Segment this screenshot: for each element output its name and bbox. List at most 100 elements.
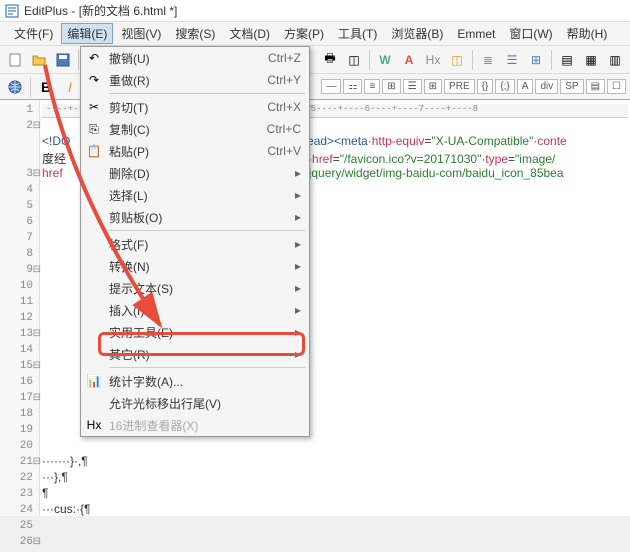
bold-icon[interactable]: B: [35, 76, 57, 98]
menu-item-label: 重做(R): [109, 72, 247, 89]
menu-item-16X: Hx16进制查看器(X): [81, 414, 309, 436]
open-file-icon[interactable]: [28, 49, 50, 71]
menu-item-F[interactable]: 格式(F)▸: [81, 233, 309, 255]
browser-icon[interactable]: [4, 76, 26, 98]
menu-shortcut: Ctrl+V: [267, 144, 301, 158]
menu-item-label: 格式(F): [109, 236, 295, 253]
line-number: 19: [0, 424, 39, 440]
toolbar-separator: [78, 50, 79, 70]
menu-item-D[interactable]: 删除(D)▸: [81, 162, 309, 184]
tb-5-icon[interactable]: ◫: [446, 49, 468, 71]
menu-item-R[interactable]: 其它(R)▸: [81, 343, 309, 365]
line-number: 10: [0, 280, 39, 296]
line-number: 7: [0, 232, 39, 248]
line-number: 17: [0, 392, 39, 408]
tb-hex-icon[interactable]: Hx: [422, 49, 444, 71]
hex-icon: Hx: [85, 418, 103, 432]
tb-font-icon[interactable]: A: [398, 49, 420, 71]
menu-item-U[interactable]: ↶撤销(U)Ctrl+Z: [81, 47, 309, 69]
menu-project[interactable]: 方案(P): [278, 23, 330, 44]
menu-item-P[interactable]: 📋粘贴(P)Ctrl+V: [81, 140, 309, 162]
line-number: 20: [0, 440, 39, 456]
menu-item-label: 剪切(T): [109, 99, 247, 116]
menu-item-E[interactable]: 实用工具(E)▸: [81, 321, 309, 343]
new-file-icon[interactable]: [4, 49, 26, 71]
menu-item-A[interactable]: 📊 统计字数(A)...: [81, 370, 309, 392]
line-number-blank: [0, 152, 39, 168]
submenu-arrow-icon: ▸: [295, 210, 301, 224]
menu-separator: [109, 93, 305, 94]
menu-item-L[interactable]: 选择(L)▸: [81, 184, 309, 206]
menu-item-label: 复制(C): [109, 121, 247, 138]
html-tool-div[interactable]: div: [535, 79, 558, 94]
menu-item-R[interactable]: ↷重做(R)Ctrl+Y: [81, 69, 309, 91]
tb-doc2-icon[interactable]: ▦: [580, 49, 602, 71]
html-tool-2[interactable]: ≡: [364, 79, 380, 94]
tb-grid-icon[interactable]: ⊞: [525, 49, 547, 71]
menu-window[interactable]: 窗口(W): [503, 23, 558, 44]
toolbar-separator: [551, 50, 552, 70]
tb-2-icon[interactable]: ◫: [343, 49, 365, 71]
html-tool-12[interactable]: ▤: [586, 79, 605, 94]
tb-doc1-icon[interactable]: ▤: [556, 49, 578, 71]
menu-help[interactable]: 帮助(H): [561, 23, 614, 44]
html-tool-4[interactable]: ☰: [403, 79, 422, 94]
html-tool-1[interactable]: ⚏: [343, 79, 362, 94]
menu-search[interactable]: 搜索(S): [169, 23, 221, 44]
menu-tools[interactable]: 工具(T): [332, 23, 383, 44]
menu-item-label: 提示文本(S): [109, 280, 295, 297]
submenu-arrow-icon: ▸: [295, 347, 301, 361]
html-tool-sp[interactable]: SP: [560, 79, 583, 94]
html-tool-0[interactable]: —: [321, 79, 341, 94]
html-tool-13[interactable]: ☐: [607, 79, 626, 94]
tb-doc3-icon[interactable]: ▥: [604, 49, 626, 71]
tb-list1-icon[interactable]: ≣: [477, 49, 499, 71]
html-tool-5[interactable]: ⊞: [424, 79, 442, 94]
html-tool-7[interactable]: {}: [477, 79, 494, 94]
menu-item-C[interactable]: ⎘复制(C)Ctrl+C: [81, 118, 309, 140]
menu-file[interactable]: 文件(F): [8, 23, 59, 44]
menu-item-label: 选择(L): [109, 187, 295, 204]
menu-item-S[interactable]: 提示文本(S)▸: [81, 277, 309, 299]
line-number: 13: [0, 328, 39, 344]
submenu-arrow-icon: ▸: [295, 237, 301, 251]
menu-item-O[interactable]: 剪贴板(O)▸: [81, 206, 309, 228]
code-line: ···},¶: [42, 470, 628, 486]
menu-item-label: 统计字数(A)...: [109, 373, 301, 390]
tb-list2-icon[interactable]: ☰: [501, 49, 523, 71]
line-number: 22: [0, 472, 39, 488]
menu-browser[interactable]: 浏览器(B): [385, 23, 449, 44]
html-tool-pre[interactable]: PRE: [444, 79, 475, 94]
line-number: 23: [0, 488, 39, 504]
menu-shortcut: Ctrl+X: [267, 100, 301, 114]
menu-item-I[interactable]: 插入(I)▸: [81, 299, 309, 321]
menu-item-N[interactable]: 转换(N)▸: [81, 255, 309, 277]
html-tool-3[interactable]: ⊞: [382, 79, 400, 94]
menu-item-label: 转换(N): [109, 258, 295, 275]
code-line: [42, 438, 628, 454]
line-number: 4: [0, 184, 39, 200]
menu-emmet[interactable]: Emmet: [451, 25, 501, 43]
toolbar-separator: [30, 77, 31, 97]
submenu-arrow-icon: ▸: [295, 188, 301, 202]
cut-icon: ✂: [85, 100, 103, 114]
save-icon[interactable]: [52, 49, 74, 71]
tb-print-icon[interactable]: 🖶: [319, 49, 341, 71]
italic-icon[interactable]: I: [59, 76, 81, 98]
line-number: 3: [0, 168, 39, 184]
line-number-blank: [0, 136, 39, 152]
stats-icon: 📊: [85, 374, 103, 388]
menu-document[interactable]: 文档(D): [223, 23, 276, 44]
line-number: 24: [0, 504, 39, 520]
line-number: 16: [0, 376, 39, 392]
menu-item-V[interactable]: 允许光标移出行尾(V): [81, 392, 309, 414]
menu-item-T[interactable]: ✂ 剪切(T) Ctrl+X: [81, 96, 309, 118]
html-tool-a[interactable]: A: [517, 79, 534, 94]
tb-wrap-icon[interactable]: W: [374, 49, 396, 71]
line-number: 9: [0, 264, 39, 280]
menu-edit[interactable]: 编辑(E): [61, 23, 113, 44]
html-tool-8[interactable]: {;}: [495, 79, 514, 94]
menu-shortcut: Ctrl+C: [267, 122, 301, 136]
menu-view[interactable]: 视图(V): [115, 23, 167, 44]
menu-bar: 文件(F) 编辑(E) 视图(V) 搜索(S) 文档(D) 方案(P) 工具(T…: [0, 22, 630, 46]
